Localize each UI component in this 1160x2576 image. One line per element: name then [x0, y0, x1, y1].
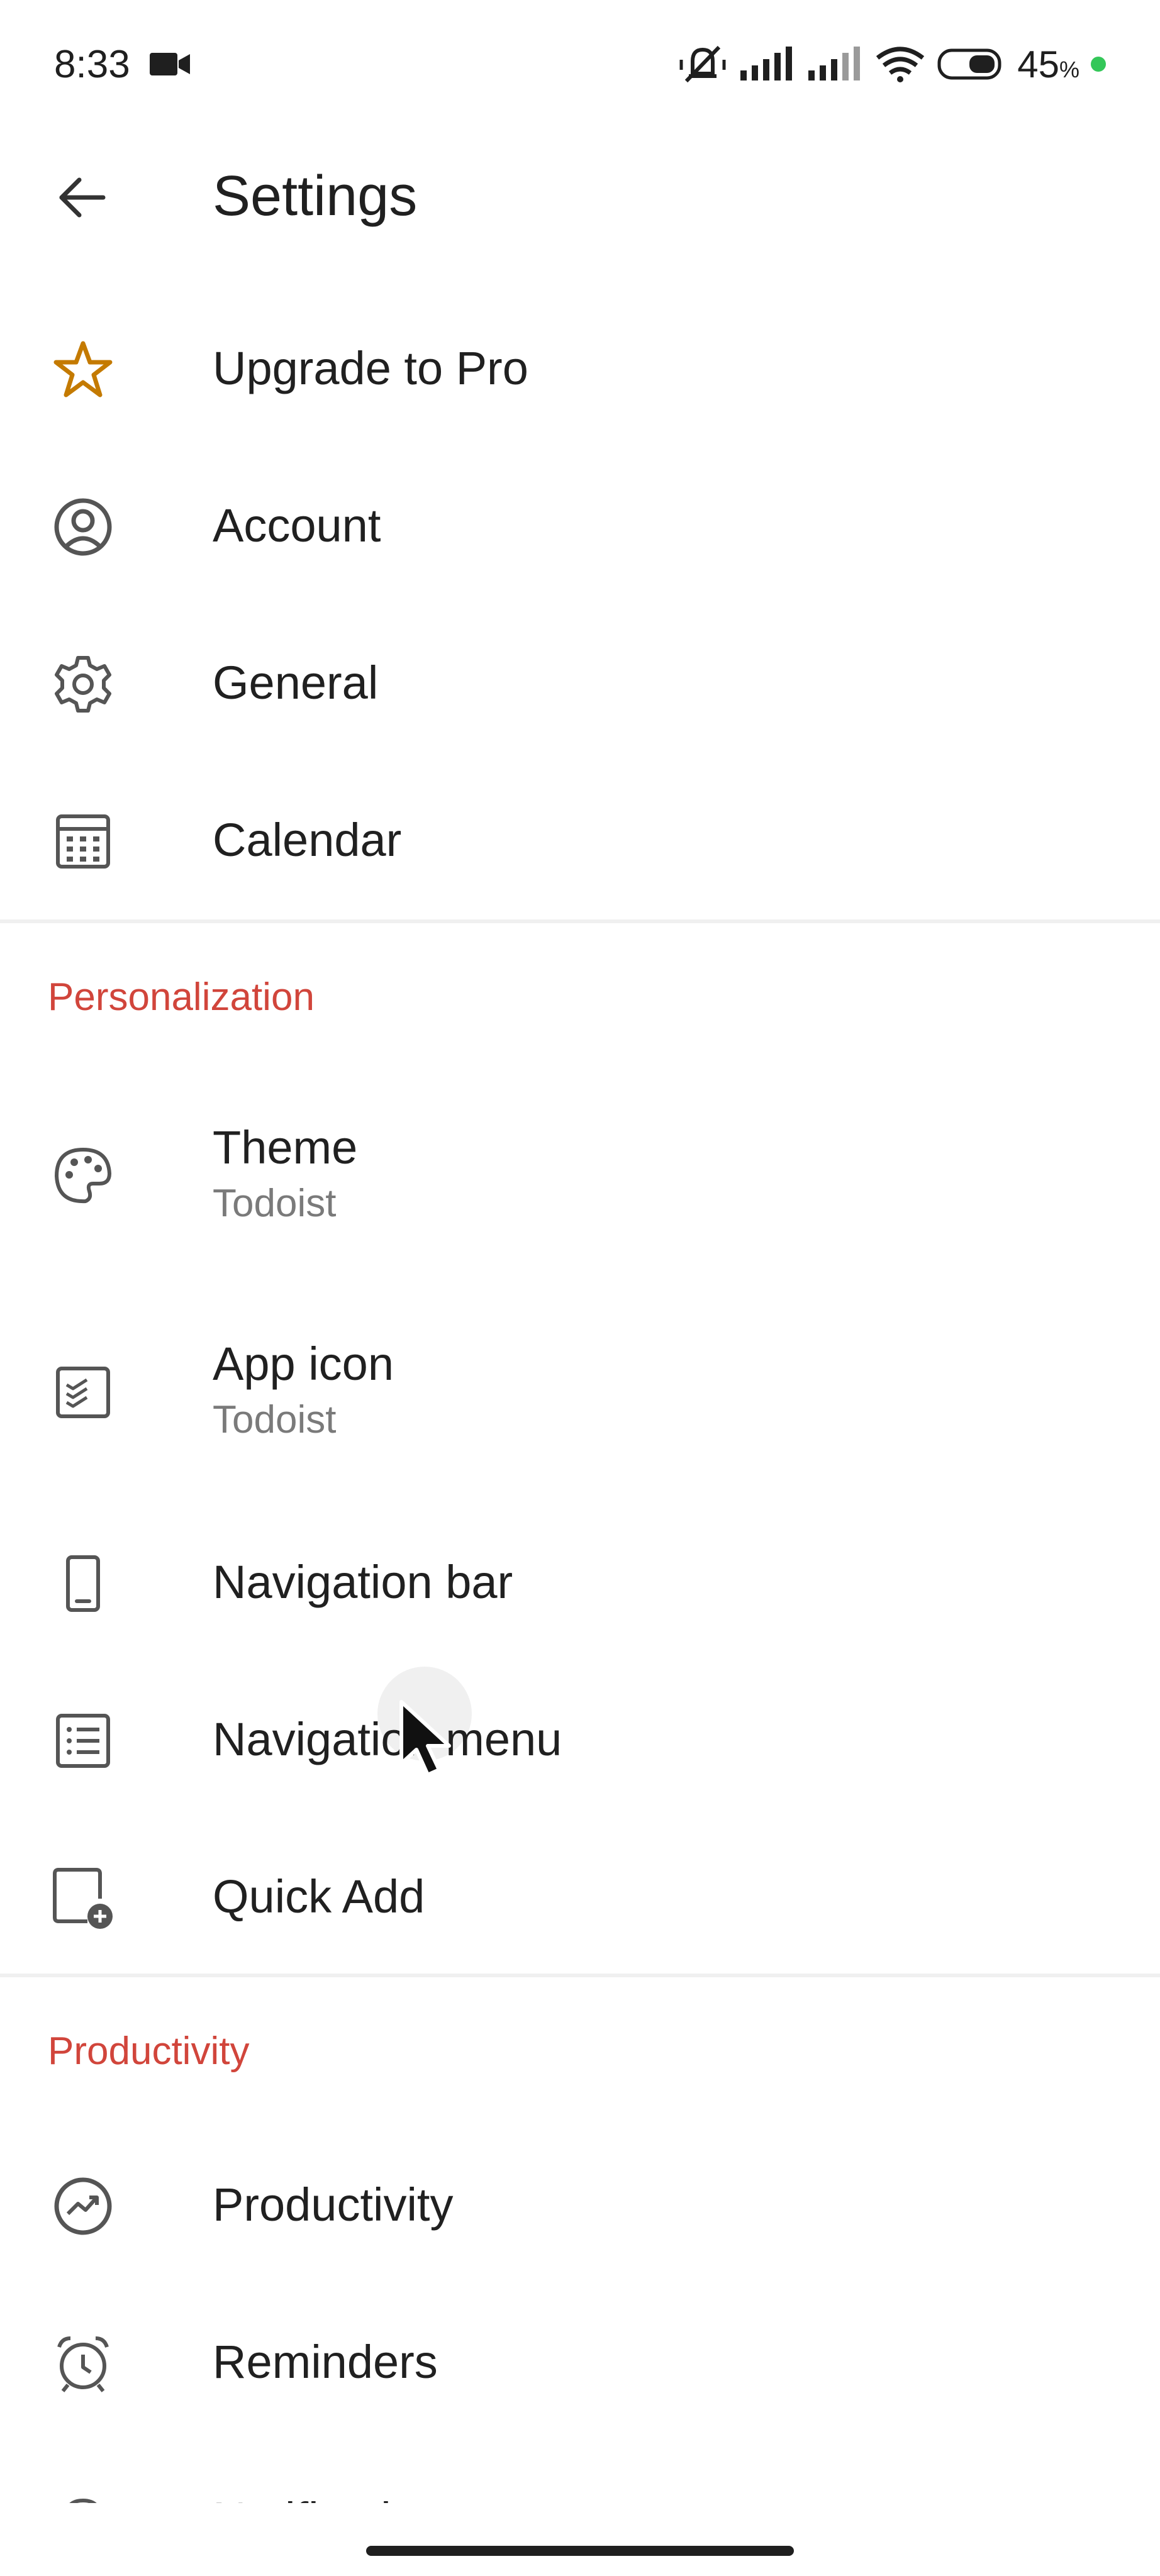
battery-percent: 45: [1017, 43, 1059, 86]
battery-unit: %: [1059, 56, 1079, 82]
account-icon: [44, 488, 122, 566]
phone-icon: [44, 1545, 122, 1623]
item-label: General: [213, 657, 379, 709]
signal-icon-secondary: [807, 45, 864, 83]
list-icon: [44, 1702, 122, 1780]
item-label: Calendar: [213, 814, 402, 866]
item-label: Theme: [213, 1121, 358, 1174]
item-label: Account: [213, 499, 381, 552]
arrow-left-icon: [59, 177, 106, 218]
page-title: Settings: [213, 165, 418, 228]
trend-icon: [44, 2167, 122, 2245]
wifi-icon: [875, 45, 925, 83]
item-label: Reminders: [213, 2336, 438, 2388]
status-indicators: 45%: [678, 40, 1106, 88]
section-divider: [0, 1974, 1160, 1977]
gear-icon: [44, 645, 122, 723]
status-time: 8:33: [54, 43, 130, 86]
settings-item-navigation-menu[interactable]: Navigation menu: [0, 1702, 1160, 1777]
item-label: Quick Add: [213, 1870, 425, 1923]
quick-add-icon: [44, 1859, 122, 1937]
privacy-indicator-dot: [1091, 57, 1106, 72]
item-label: Upgrade to Pro: [213, 342, 528, 394]
settings-item-navigation-bar[interactable]: Navigation bar: [0, 1545, 1160, 1620]
palette-icon: [44, 1137, 122, 1215]
video-recording-icon: [148, 49, 192, 79]
item-label: Navigation bar: [213, 1556, 513, 1608]
settings-item-account[interactable]: Account: [0, 488, 1160, 564]
item-value: Todoist: [213, 1398, 337, 1441]
settings-item-reminders[interactable]: Reminders: [0, 2324, 1160, 2400]
item-label: Productivity: [213, 2179, 454, 2231]
settings-item-productivity[interactable]: Productivity: [0, 2167, 1160, 2243]
calendar-icon: [44, 802, 122, 880]
settings-item-theme[interactable]: Theme Todoist: [0, 1119, 1160, 1245]
silent-mode-icon: [678, 42, 728, 86]
item-label: App icon: [213, 1338, 394, 1390]
battery-level: 45%: [1017, 43, 1079, 86]
settings-item-app-icon[interactable]: App icon Todoist: [0, 1336, 1160, 1462]
star-icon: [44, 331, 122, 409]
item-value: Todoist: [213, 1182, 337, 1225]
signal-icon: [739, 45, 796, 83]
section-title-personalization: Personalization: [48, 975, 315, 1019]
settings-item-calendar[interactable]: Calendar: [0, 802, 1160, 878]
mouse-cursor-icon: [395, 1698, 458, 1780]
battery-icon: [937, 47, 1006, 82]
home-indicator[interactable]: [366, 2546, 794, 2556]
settings-item-upgrade[interactable]: Upgrade to Pro: [0, 331, 1160, 406]
settings-item-general[interactable]: General: [0, 645, 1160, 721]
settings-item-quick-add[interactable]: Quick Add: [0, 1859, 1160, 1935]
section-divider: [0, 919, 1160, 923]
back-button[interactable]: [38, 153, 126, 242]
app-icon-icon: [44, 1353, 122, 1431]
alarm-icon: [44, 2324, 122, 2402]
section-title-productivity: Productivity: [48, 2029, 250, 2073]
gesture-area: [0, 2503, 1160, 2576]
